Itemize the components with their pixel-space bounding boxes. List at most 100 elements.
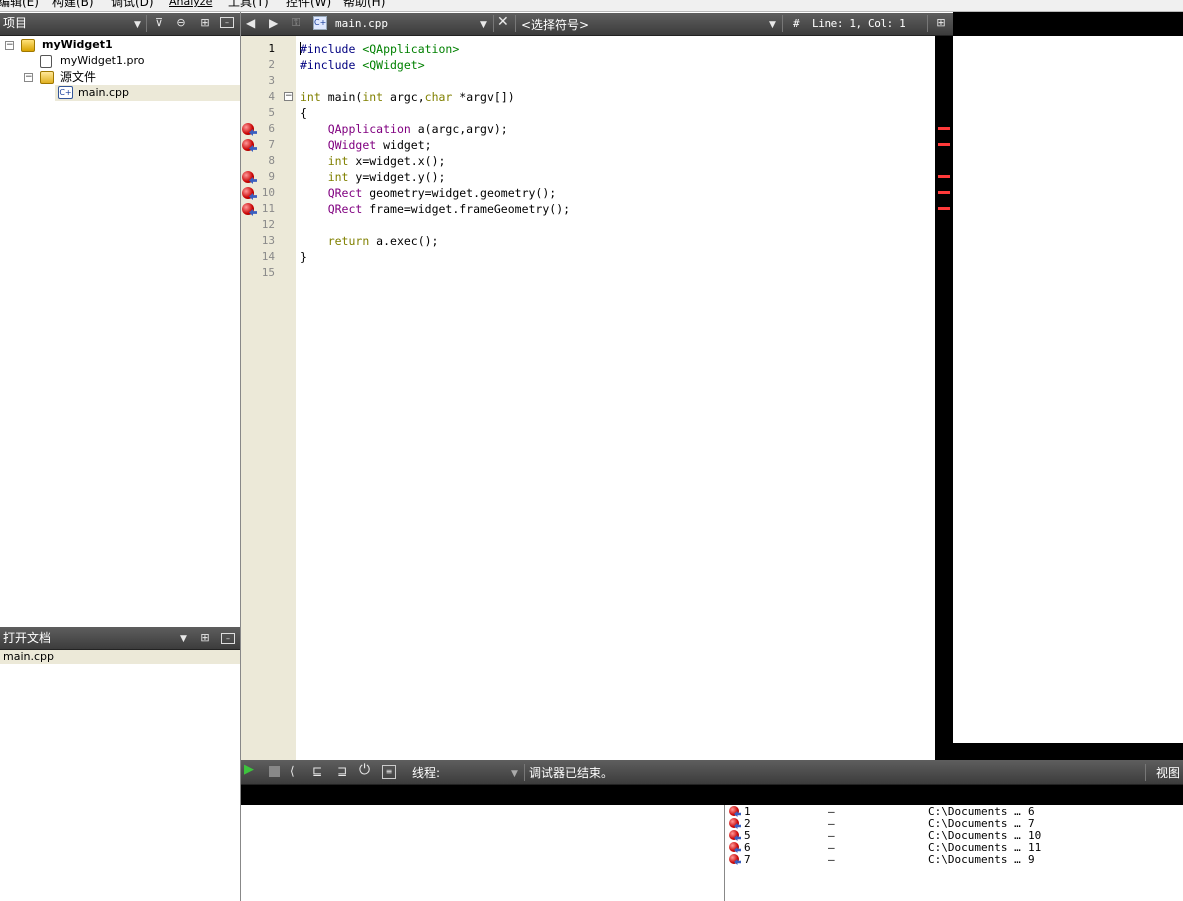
power-icon[interactable]: ⏻ <box>359 763 370 777</box>
current-file-name[interactable]: main.cpp <box>335 17 388 30</box>
open-doc-item[interactable]: main.cpp <box>0 650 240 664</box>
line-number[interactable]: 2 <box>255 57 275 73</box>
breakpoint-icon <box>729 842 741 853</box>
code-line[interactable]: QWidget widget; <box>300 137 432 153</box>
breakpoint-icon[interactable] <box>242 138 257 152</box>
step-into-icon[interactable]: ⊑ <box>312 765 322 777</box>
toolbar-separator <box>493 15 494 32</box>
menu-controls[interactable]: 控件(W) <box>286 0 331 9</box>
collapse-icon[interactable]: − <box>24 73 33 82</box>
breakpoint-marker[interactable] <box>938 143 950 146</box>
line-number[interactable]: 7 <box>255 137 275 153</box>
menu-analyze[interactable]: Analyze <box>169 0 212 9</box>
symbol-selector[interactable]: <选择符号> <box>521 16 589 33</box>
link-icon[interactable]: ⊖ <box>173 17 189 29</box>
close-icon[interactable]: ✕ <box>497 15 509 29</box>
close-panel-icon[interactable]: – <box>221 633 235 644</box>
line-number-gutter[interactable]: 1 2 3 4 5 6 7 8 9 10 11 12 13 14 15− <box>241 36 296 760</box>
code-line[interactable]: QRect frame=widget.frameGeometry(); <box>300 201 570 217</box>
code-token: QRect <box>327 202 363 216</box>
breakpoint-icon[interactable] <box>242 122 257 136</box>
continue-icon[interactable]: ▶ <box>244 763 254 776</box>
code-line[interactable]: int main(int argc,char *argv[]) <box>300 89 515 105</box>
filter-icon[interactable]: ⊽ <box>151 17 167 29</box>
code-token: y=widget.y(); <box>348 170 446 184</box>
code-line[interactable]: return a.exec(); <box>300 233 439 249</box>
step-over-icon[interactable]: ⟨ <box>290 765 295 777</box>
breakpoint-icon[interactable] <box>242 186 257 200</box>
code-line[interactable]: QRect geometry=widget.geometry(); <box>300 185 557 201</box>
line-number[interactable]: 11 <box>255 201 275 217</box>
code-token: geometry=widget.geometry(); <box>362 186 557 200</box>
tree-item-pro-file[interactable]: myWidget1.pro <box>0 53 240 69</box>
code-token: int <box>362 90 384 104</box>
code-line[interactable]: int x=widget.x(); <box>300 153 446 169</box>
code-line[interactable]: } <box>300 249 307 265</box>
view-menu-button[interactable]: 视图 <box>1156 764 1180 781</box>
menu-tools[interactable]: 工具(T) <box>228 0 269 9</box>
tree-item-project[interactable]: − myWidget1 <box>0 37 240 53</box>
code-token: QRect <box>327 186 363 200</box>
line-number[interactable]: 6 <box>255 121 275 137</box>
debugger-status: 调试器已结束。 <box>529 766 614 780</box>
chevron-down-icon[interactable]: ▼ <box>134 19 141 31</box>
line-number[interactable]: 8 <box>255 153 275 169</box>
line-number[interactable]: 1 <box>255 41 275 57</box>
line-number[interactable]: 9 <box>255 169 275 185</box>
disassembly-icon[interactable]: ≡ <box>382 765 396 779</box>
stop-icon[interactable] <box>269 766 280 777</box>
line-number[interactable]: 3 <box>255 73 275 89</box>
line-number[interactable]: 15 <box>255 265 275 281</box>
code-line[interactable]: { <box>300 105 307 121</box>
right-panel <box>953 36 1183 743</box>
forward-arrow-icon[interactable]: ▶ <box>269 17 278 29</box>
line-number[interactable]: 13 <box>255 233 275 249</box>
breakpoint-icon[interactable] <box>242 202 257 216</box>
line-number[interactable]: 5 <box>255 105 275 121</box>
line-number[interactable]: 14 <box>255 249 275 265</box>
chevron-down-icon[interactable]: ▼ <box>180 633 187 645</box>
editor-scrollbar[interactable] <box>935 36 953 760</box>
code-token: main( <box>320 90 363 104</box>
code-token: #include <box>300 58 363 72</box>
breakpoint-marker[interactable] <box>938 191 950 194</box>
menu-edit[interactable]: 编辑(E) <box>0 0 39 9</box>
debugger-toolbar: ▶ ⟨ ⊑ ⊒ ⏻ ≡ 线程: ▼ 调试器已结束。 视图 <box>241 760 1183 785</box>
step-out-icon[interactable]: ⊒ <box>337 765 347 777</box>
code-line[interactable]: #include <QWidget> <box>300 57 425 73</box>
code-line[interactable]: QApplication a(argc,argv); <box>300 121 508 137</box>
chevron-down-icon[interactable]: ▼ <box>511 768 518 780</box>
line-number[interactable]: 10 <box>255 185 275 201</box>
menu-build[interactable]: 构建(B) <box>52 0 94 9</box>
code-token: *argv[]) <box>452 90 515 104</box>
split-icon[interactable]: ⊞ <box>933 17 949 29</box>
lock-icon[interactable]: ⚿ <box>292 17 300 29</box>
chevron-down-icon[interactable]: ▼ <box>480 19 487 31</box>
menu-help[interactable]: 帮助(H) <box>343 0 385 9</box>
tree-item-sources[interactable]: − 源文件 <box>0 69 240 85</box>
close-panel-icon[interactable]: – <box>220 17 234 28</box>
tree-item-main-cpp[interactable]: C+ main.cpp <box>55 85 240 101</box>
breakpoint-icon[interactable] <box>242 170 257 184</box>
back-arrow-icon[interactable]: ◀ <box>246 17 255 29</box>
breakpoint-marker[interactable] <box>938 207 950 210</box>
code-token: frame=widget.frameGeometry(); <box>362 202 571 216</box>
split-icon[interactable]: ⊞ <box>197 17 213 29</box>
projects-header: 项目 ▼ ⊽ ⊖ ⊞ – <box>0 13 240 36</box>
split-icon[interactable]: ⊞ <box>197 632 213 644</box>
line-number[interactable]: 4 <box>255 89 275 105</box>
breakpoint-marker[interactable] <box>938 127 950 130</box>
menu-debug[interactable]: 调试(D) <box>111 0 154 9</box>
collapse-icon[interactable]: − <box>5 41 14 50</box>
breakpoint-marker[interactable] <box>938 175 950 178</box>
chevron-down-icon[interactable]: ▼ <box>769 19 776 31</box>
code-line[interactable]: #include <QApplication> <box>300 41 459 57</box>
breakpoint-row[interactable]: 7 – C:\Documents … 9 <box>726 854 1183 866</box>
code-line[interactable]: int y=widget.y(); <box>300 169 446 185</box>
line-number[interactable]: 12 <box>255 217 275 233</box>
code-editor[interactable]: 1 2 3 4 5 6 7 8 9 10 11 12 13 14 15− #include <QApplic… <box>241 36 935 760</box>
fold-toggle-icon[interactable]: − <box>284 92 293 101</box>
breakpoint-icon <box>729 854 741 865</box>
